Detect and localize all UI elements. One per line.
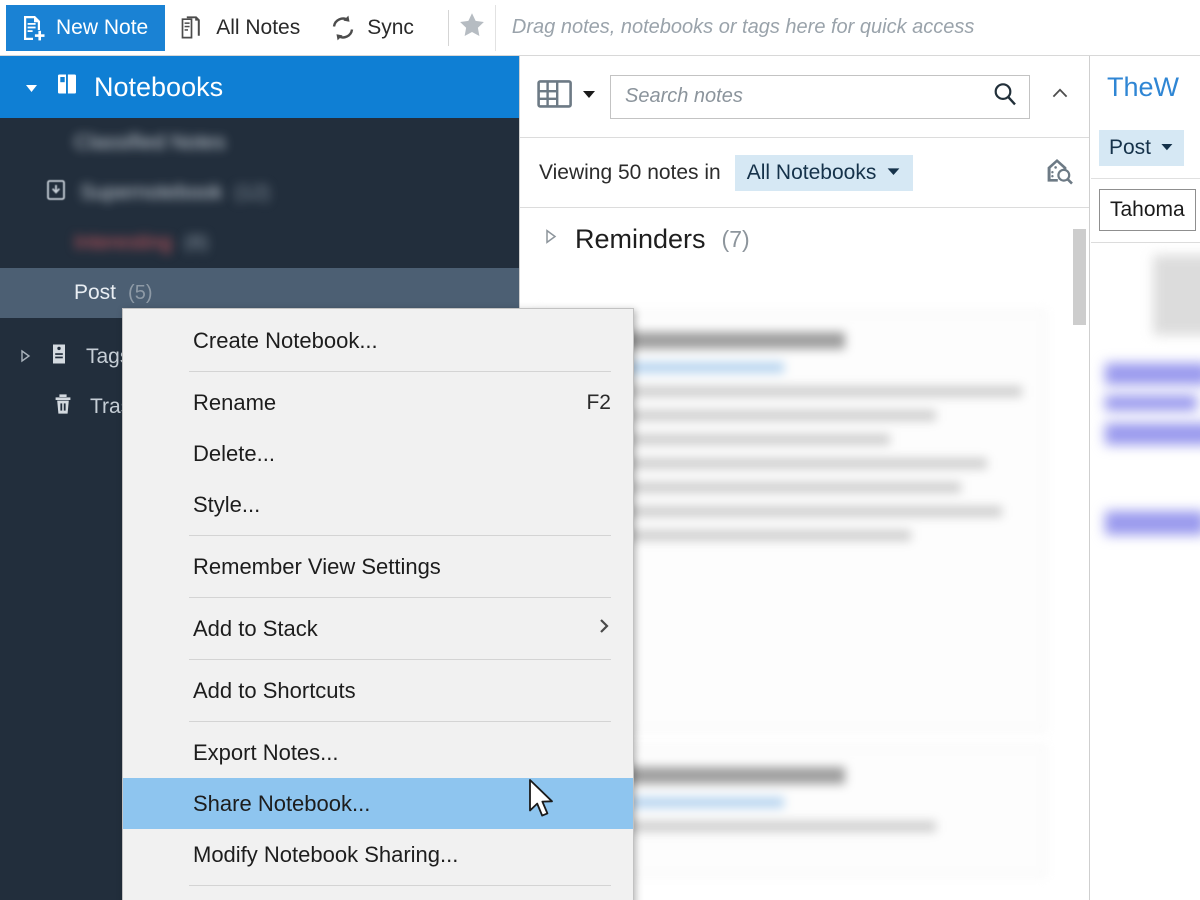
chevron-right-icon: [18, 345, 32, 369]
notebook-filter-dropdown[interactable]: All Notebooks: [734, 154, 914, 191]
menu-item-label: Delete...: [193, 440, 275, 466]
sidebar-item-notebook-1[interactable]: Supernotebook (12): [0, 168, 519, 218]
format-toolbar: Tahoma: [1091, 178, 1200, 240]
chevron-right-icon: [542, 228, 559, 250]
viewing-bar: Viewing 50 notes in All Notebooks: [520, 138, 1089, 208]
view-layout-caret-icon: [581, 86, 597, 107]
find-notebook-button[interactable]: [1041, 153, 1075, 192]
menu-separator: [189, 885, 611, 886]
mouse-cursor: [528, 779, 558, 828]
sidebar-item-notebook-0[interactable]: Classified Notes: [0, 118, 519, 168]
shortcuts-hint-text: Drag notes, notebooks or tags here for q…: [511, 16, 975, 38]
note-editor-panel: TheW Post Tahoma: [1091, 56, 1200, 900]
note-body-image: [1153, 255, 1200, 335]
search-icon: [991, 80, 1019, 113]
menu-item-label: Add to Stack: [193, 615, 318, 641]
sidebar-item-count: (8): [184, 231, 209, 254]
sidebar-section-notebooks[interactable]: Notebooks: [0, 56, 519, 118]
view-layout-button[interactable]: [537, 79, 597, 114]
menu-item-label: Remember View Settings: [193, 553, 441, 579]
notebook-search-icon: [1041, 153, 1075, 192]
sidebar-item-label: Interesting: [74, 231, 173, 254]
new-note-icon: [19, 14, 47, 42]
search-placeholder: Search notes: [625, 85, 743, 107]
search-input[interactable]: Search notes: [610, 74, 1030, 119]
menu-separator: [189, 721, 611, 722]
sidebar-item-label: Post: [74, 281, 117, 304]
menu-item-label: Export Notes...: [193, 739, 339, 765]
menu-separator: [189, 659, 611, 660]
note-body-link: [1105, 363, 1200, 385]
menu-item-modify-notebook-sharing[interactable]: Modify Notebook Sharing...: [123, 829, 633, 880]
note-body-link: [1105, 511, 1200, 535]
notebooks-label: Notebooks: [94, 71, 224, 102]
note-title-field[interactable]: TheW: [1091, 56, 1200, 118]
note-body-link: [1105, 395, 1197, 411]
note-body[interactable]: [1091, 242, 1200, 900]
all-notes-icon: [179, 14, 207, 42]
menu-item-label: Share Notebook...: [193, 790, 371, 816]
menu-item-shortcut: F2: [586, 390, 611, 414]
chevron-down-icon: [24, 72, 40, 103]
menu-item-rename[interactable]: Rename F2: [123, 377, 633, 428]
star-icon: [457, 10, 487, 45]
new-note-label: New Note: [56, 15, 149, 39]
sync-button[interactable]: Sync: [314, 5, 428, 51]
menu-item-remember-view-settings[interactable]: Remember View Settings: [123, 541, 633, 592]
menu-item-delete[interactable]: Delete...: [123, 428, 633, 479]
menu-separator: [189, 535, 611, 536]
shortcuts-star-button[interactable]: [449, 5, 495, 51]
collapse-search-button[interactable]: [1043, 75, 1077, 119]
notebooks-icon: [54, 71, 80, 104]
sidebar-item-notebook-2[interactable]: Interesting (8): [0, 218, 519, 268]
note-list-scrollbar-thumb[interactable]: [1073, 229, 1086, 325]
inbox-icon: [44, 178, 68, 208]
sidebar-item-count: (5): [128, 281, 153, 304]
menu-item-style[interactable]: Style...: [123, 479, 633, 530]
note-notebook-dropdown[interactable]: Post: [1099, 130, 1185, 166]
viewing-label: Viewing 50 notes in: [539, 160, 721, 184]
note-group-title: Reminders: [575, 223, 706, 254]
shortcuts-drop-area[interactable]: Drag notes, notebooks or tags here for q…: [494, 4, 1200, 51]
trash-icon: [50, 391, 76, 423]
font-family-select[interactable]: Tahoma: [1099, 188, 1196, 231]
note-list-search-bar: Search notes: [520, 56, 1089, 138]
sidebar-item-label: Supernotebook: [80, 181, 223, 204]
evernote-window: New Note All Notes Sync Drag notes, note…: [0, 0, 1200, 900]
sidebar-item-label: Classified Notes: [74, 131, 226, 154]
note-list-scrollbar[interactable]: [1071, 226, 1087, 900]
note-meta-bar: Post: [1091, 118, 1200, 178]
menu-item-export-notes[interactable]: Export Notes...: [123, 727, 633, 778]
tag-icon: [46, 341, 72, 373]
note-notebook-label: Post: [1109, 136, 1152, 159]
menu-separator: [189, 597, 611, 598]
new-note-button[interactable]: New Note: [6, 4, 166, 51]
chevron-down-icon: [1160, 136, 1174, 160]
all-notes-button[interactable]: All Notes: [165, 5, 314, 51]
all-notes-label: All Notes: [216, 15, 301, 39]
notebook-filter-label: All Notebooks: [746, 160, 877, 184]
note-body-link: [1105, 423, 1200, 445]
sidebar-item-count: (12): [234, 181, 271, 204]
sync-label: Sync: [367, 15, 414, 39]
menu-separator: [189, 371, 611, 372]
menu-item-label: Add to Shortcuts: [193, 677, 356, 703]
menu-item-label: Style...: [193, 491, 261, 517]
menu-item-add-to-shortcuts[interactable]: Add to Shortcuts: [123, 665, 633, 716]
menu-item-add-to-stack[interactable]: Add to Stack: [123, 603, 633, 654]
main-toolbar: New Note All Notes Sync Drag notes, note…: [0, 0, 1200, 56]
chevron-down-icon: [886, 161, 901, 185]
view-layout-icon: [537, 79, 573, 114]
note-group-count: (7): [721, 225, 750, 252]
note-group-reminders[interactable]: Reminders (7): [520, 208, 1089, 270]
menu-item-properties[interactable]: Properties: [123, 891, 633, 900]
sync-icon: [328, 13, 358, 43]
menu-item-label: Modify Notebook Sharing...: [193, 841, 459, 867]
menu-item-label: Rename: [193, 389, 277, 415]
submenu-chevron-icon: [597, 617, 611, 641]
menu-item-label: Create Notebook...: [193, 327, 378, 353]
menu-item-create-notebook[interactable]: Create Notebook...: [123, 315, 633, 366]
chevron-up-icon: [1050, 84, 1070, 109]
